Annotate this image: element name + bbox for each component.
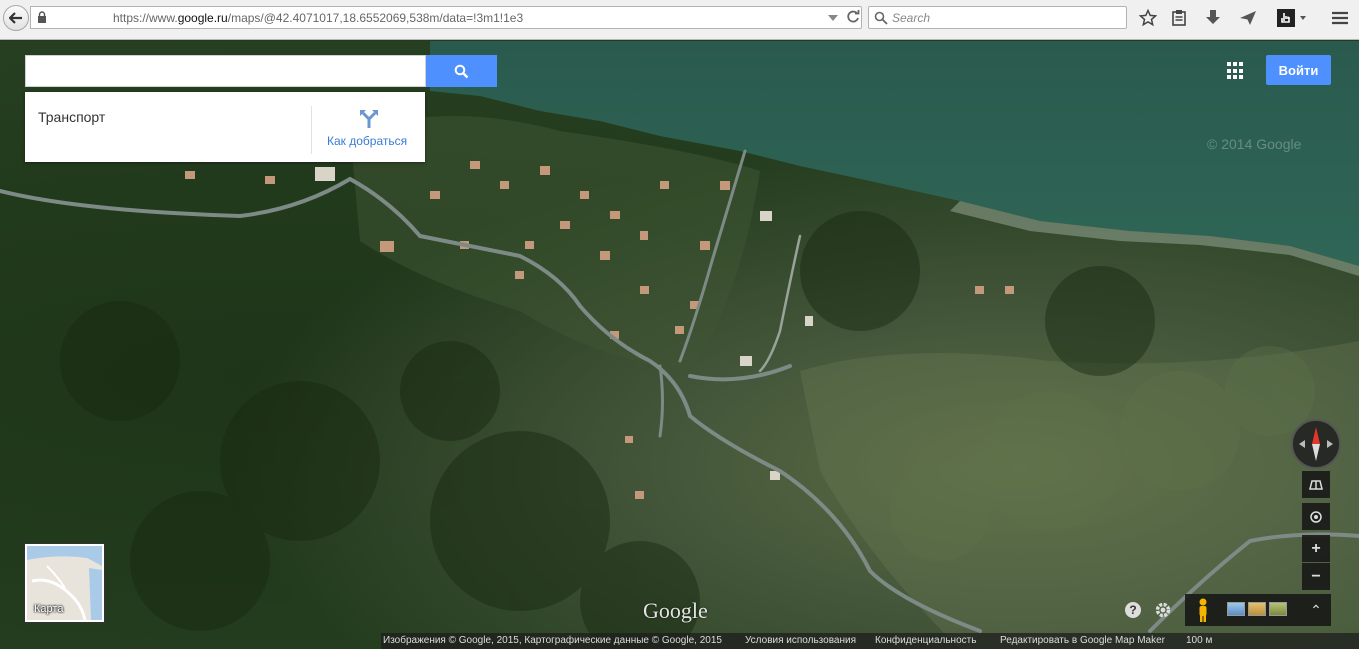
help-icon[interactable]: ? — [1125, 602, 1141, 618]
zoom-out-button[interactable]: − — [1302, 563, 1330, 590]
thumbnail-terrain[interactable] — [1269, 602, 1287, 616]
satellite-map[interactable]: Транспорт Как добраться Войти © 2014 Goo… — [0, 41, 1359, 649]
search-results-panel: Транспорт Как добраться — [25, 92, 425, 162]
pegman-icon — [1199, 598, 1207, 622]
tilt-button[interactable] — [1302, 471, 1330, 498]
thumbnail-sand[interactable] — [1248, 602, 1266, 616]
apps-grid-icon[interactable] — [1227, 62, 1245, 80]
privacy-link[interactable]: Конфиденциальность — [875, 633, 976, 649]
zoom-in-button[interactable]: + — [1302, 535, 1330, 562]
url-text: https://www.google.ru/maps/@42.4071017,1… — [113, 11, 523, 25]
address-bar[interactable]: https://www.google.ru/maps/@42.4071017,1… — [30, 6, 862, 29]
browser-search-field[interactable]: Search — [868, 6, 1127, 29]
my-location-button[interactable] — [1302, 503, 1330, 530]
url-prefix: https://www. — [113, 11, 178, 25]
search-icon — [454, 64, 469, 78]
attribution-footer: Изображения © Google, 2015, Картографиче… — [381, 633, 1359, 649]
back-button[interactable] — [3, 5, 29, 31]
imagery-watermark: © 2014 Google — [1207, 136, 1302, 152]
directions-link[interactable]: Как добраться — [327, 134, 407, 148]
extension-icon[interactable] — [1276, 8, 1308, 28]
terms-link[interactable]: Условия использования — [745, 633, 856, 649]
maps-search-button[interactable] — [426, 55, 497, 87]
directions-icon[interactable] — [359, 109, 379, 129]
menu-icon[interactable] — [1330, 8, 1350, 28]
bottom-controls: ? ⌃ — [1117, 594, 1332, 626]
edit-map-link[interactable]: Редактировать в Google Map Maker — [1000, 633, 1165, 649]
lock-icon — [38, 11, 46, 23]
url-path: /maps/@42.4071017,18.6552069,538m/data=!… — [227, 11, 524, 25]
send-icon[interactable] — [1238, 8, 1258, 28]
pegman-button[interactable] — [1185, 594, 1221, 626]
my-location-icon — [1310, 510, 1322, 523]
compass-icon[interactable] — [1291, 419, 1341, 469]
bookmark-star-icon[interactable] — [1138, 8, 1158, 28]
minimap-label: Карта — [34, 603, 64, 615]
back-arrow-icon — [9, 12, 22, 24]
imagery-thumbnails[interactable] — [1221, 594, 1301, 626]
expand-button[interactable]: ⌃ — [1301, 594, 1331, 626]
clipboard-icon[interactable] — [1169, 8, 1189, 28]
scale-label: 100 м — [1186, 635, 1213, 646]
url-dropdown-icon[interactable] — [828, 15, 838, 21]
download-icon[interactable] — [1203, 8, 1223, 28]
browser-toolbar: https://www.google.ru/maps/@42.4071017,1… — [0, 0, 1359, 40]
search-icon — [874, 11, 888, 25]
google-logo: Google — [643, 598, 708, 623]
thumbnail-sky[interactable] — [1227, 602, 1245, 616]
panel-title[interactable]: Транспорт — [38, 109, 105, 125]
tilt-icon — [1309, 479, 1323, 490]
sign-in-button[interactable]: Войти — [1266, 55, 1331, 85]
url-domain: google.ru — [177, 11, 228, 25]
reload-icon[interactable] — [845, 9, 861, 25]
map-view-toggle[interactable]: Карта — [25, 544, 104, 622]
gear-icon[interactable] — [1153, 600, 1173, 620]
search-placeholder: Search — [892, 11, 931, 25]
imagery-credits: Изображения © Google, 2015, Картографиче… — [383, 635, 722, 646]
maps-search-input[interactable] — [25, 55, 426, 87]
panel-divider — [311, 106, 312, 154]
